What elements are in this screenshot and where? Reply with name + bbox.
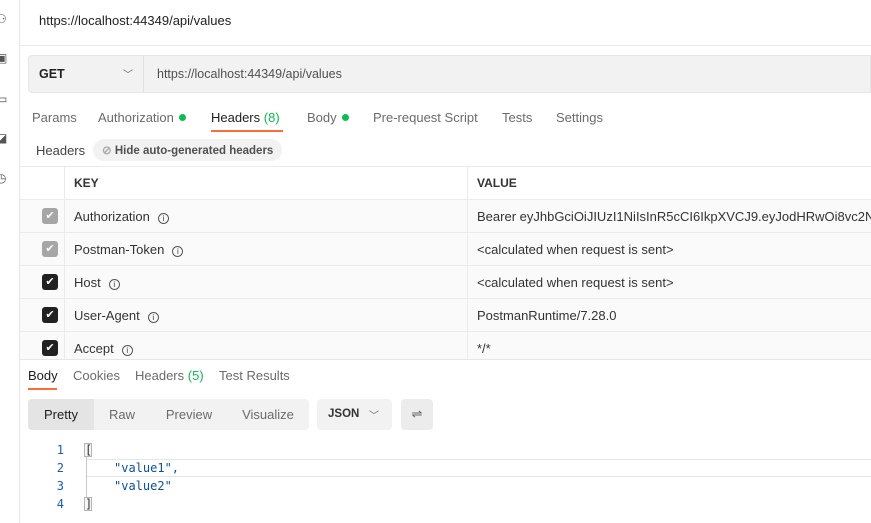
view-mode-selector: Pretty Raw Preview Visualize: [28, 399, 309, 430]
header-value[interactable]: Bearer eyJhbGciOiJIUzI1NiIsInR5cCI6IkpXV…: [477, 209, 871, 224]
column-key: KEY: [74, 176, 99, 190]
tab-tests[interactable]: Tests: [502, 110, 532, 125]
header-key: Host: [74, 275, 101, 290]
active-tab-indicator: [28, 388, 57, 390]
status-dot: [341, 114, 349, 121]
chevron-down-icon: ﹀: [123, 70, 133, 81]
environments-icon[interactable]: ▭: [0, 93, 8, 105]
info-icon[interactable]: i: [147, 312, 159, 323]
sidebar: ⚇ ▣ ▭ ◪ ◷: [0, 0, 20, 523]
active-tab-indicator: [211, 130, 283, 132]
code-line[interactable]: ]: [84, 497, 92, 511]
response-tab-headers[interactable]: Headers (5): [135, 368, 204, 383]
header-value[interactable]: <calculated when request is sent>: [477, 242, 674, 257]
table-row: ✔ Host i <calculated when request is sent…: [20, 266, 871, 299]
tab-settings[interactable]: Settings: [556, 110, 603, 125]
collections-icon[interactable]: ⚇: [0, 13, 8, 25]
checkbox[interactable]: ✔: [42, 274, 58, 290]
checkbox[interactable]: ✔: [42, 208, 58, 224]
active-line-highlight: [86, 459, 871, 477]
info-icon[interactable]: i: [108, 279, 120, 290]
table-row: ✔ Authorization i Bearer eyJhbGciOiJIUzI1…: [20, 200, 871, 233]
line-number: 2: [56, 461, 64, 475]
apis-icon[interactable]: ▣: [0, 52, 8, 64]
tab-pre-request-script[interactable]: Pre-request Script: [373, 110, 478, 125]
header-key: Authorization: [74, 209, 150, 224]
headers-table: KEY VALUE ✔ Authorization i Bearer eyJhbG…: [20, 166, 871, 359]
checkbox[interactable]: ✔: [42, 241, 58, 257]
view-visualize[interactable]: Visualize: [228, 399, 308, 430]
table-row: ✔ User-Agent i PostmanRuntime/7.28.0: [20, 299, 871, 332]
header-value[interactable]: <calculated when request is sent>: [477, 275, 674, 290]
tab-params[interactable]: Params: [32, 110, 77, 125]
line-number: 3: [56, 479, 64, 493]
response-tab-cookies[interactable]: Cookies: [73, 368, 120, 383]
request-title: https://localhost:44349/api/values: [39, 13, 232, 28]
view-preview[interactable]: Preview: [154, 399, 224, 430]
header-key: Accept: [74, 341, 114, 356]
request-bar: GET ﹀ https://localhost:44349/api/values: [28, 55, 871, 93]
monitors-icon[interactable]: ◪: [0, 132, 8, 144]
response-tab-test-results[interactable]: Test Results: [219, 368, 290, 383]
tab-headers[interactable]: Headers (8): [211, 110, 280, 125]
table-row: ✔ Accept i */*: [20, 332, 871, 359]
wrap-lines-button[interactable]: ⇌: [401, 399, 433, 430]
hide-auto-headers-button[interactable]: ⊘ Hide auto-generated headers: [93, 139, 283, 161]
status-dot: [178, 114, 186, 121]
header-value[interactable]: */*: [477, 341, 491, 356]
table-header: KEY VALUE: [20, 167, 871, 200]
view-pretty[interactable]: Pretty: [28, 399, 94, 430]
chevron-down-icon: ﹀: [369, 411, 379, 422]
code-line[interactable]: "value2": [114, 479, 172, 493]
checkbox[interactable]: ✔: [42, 340, 58, 356]
line-number: 1: [56, 443, 64, 457]
info-icon[interactable]: i: [172, 246, 184, 257]
tab-authorization[interactable]: Authorization: [98, 110, 186, 125]
header-key: Postman-Token: [74, 242, 165, 257]
pane-divider[interactable]: [20, 359, 871, 360]
format-select[interactable]: JSON ﹀: [317, 399, 392, 430]
table-row: ✔ Postman-Token i <calculated when reques…: [20, 233, 871, 266]
wrap-icon: ⇌: [411, 406, 423, 421]
response-tab-body[interactable]: Body: [28, 368, 58, 383]
eye-off-icon: ⊘: [102, 145, 112, 157]
method-select[interactable]: GET ﹀: [29, 56, 144, 92]
info-icon[interactable]: i: [121, 345, 133, 356]
history-icon[interactable]: ◷: [0, 172, 8, 184]
column-value: VALUE: [477, 176, 517, 190]
tab-body[interactable]: Body: [307, 110, 349, 125]
code-line[interactable]: [: [84, 443, 92, 457]
code-line[interactable]: "value1",: [114, 461, 179, 475]
url-input[interactable]: https://localhost:44349/api/values: [157, 67, 342, 81]
line-number: 4: [56, 497, 64, 511]
indent-guide: [86, 457, 87, 498]
header-value[interactable]: PostmanRuntime/7.28.0: [477, 308, 616, 323]
header-key: User-Agent: [74, 308, 140, 323]
headers-label: Headers: [36, 143, 86, 158]
checkbox[interactable]: ✔: [42, 307, 58, 323]
divider: [20, 45, 871, 46]
view-raw[interactable]: Raw: [94, 399, 150, 430]
info-icon[interactable]: i: [157, 213, 169, 224]
